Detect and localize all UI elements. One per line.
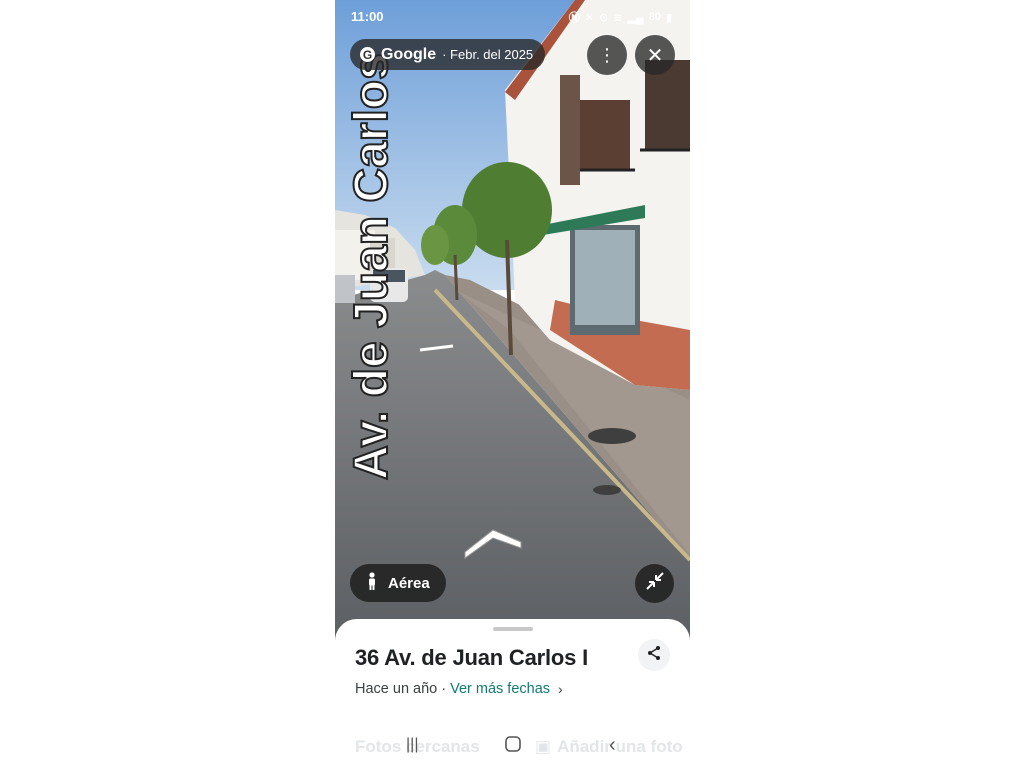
person-icon: [366, 571, 378, 595]
street-view-panorama[interactable]: Av. de Juan Carlos: [335, 0, 690, 640]
location-icon: ⊙: [598, 11, 609, 24]
mute-icon: ✕: [584, 11, 594, 24]
system-nav-bar: ||| ‹: [335, 734, 690, 760]
collapse-view-button[interactable]: [635, 564, 674, 603]
google-g-icon: G: [360, 47, 375, 62]
battery-icon: ▮: [665, 11, 672, 24]
share-icon: [646, 645, 662, 666]
source-brand: Google: [381, 45, 437, 63]
imagery-age: Hace un año ·: [355, 681, 447, 697]
aerial-view-button[interactable]: Aérea: [350, 564, 446, 602]
recent-apps-icon[interactable]: |||: [406, 736, 418, 754]
wifi-icon: ≋: [613, 11, 623, 24]
close-icon: ✕: [646, 44, 664, 67]
imagery-meta-row: Hace un año · Ver más fechas ›: [355, 681, 563, 697]
status-icons: Ⓝ ✕ ⊙ ≋ ▂▄ 80 ▮: [569, 9, 672, 25]
sheet-drag-handle[interactable]: [493, 627, 533, 631]
home-icon[interactable]: [504, 735, 522, 758]
collapse-arrows-icon: [645, 571, 665, 596]
nfc-icon: Ⓝ: [568, 12, 580, 24]
phone-screen: Av. de Juan Carlos 11:00 Ⓝ ✕ ⊙ ≋ ▂▄ 80 ▮…: [335, 0, 690, 768]
capture-date: · Febr. del 2025: [442, 47, 534, 62]
chevron-right-icon[interactable]: ›: [558, 681, 563, 697]
aerial-view-label: Aérea: [388, 574, 430, 592]
signal-icon: ▂▄: [627, 11, 644, 24]
place-address: 36 Av. de Juan Carlos I: [355, 645, 589, 670]
more-options-button[interactable]: ⋮: [587, 35, 627, 75]
status-bar: 11:00 Ⓝ ✕ ⊙ ≋ ▂▄ 80 ▮: [335, 0, 690, 34]
imagery-source-pill[interactable]: G Google · Febr. del 2025: [350, 39, 546, 70]
street-name-overlay: Av. de Juan Carlos: [345, 53, 398, 480]
more-vert-icon: ⋮: [598, 44, 616, 65]
more-dates-link[interactable]: Ver más fechas: [450, 681, 550, 697]
close-button[interactable]: ✕: [635, 35, 675, 75]
share-button[interactable]: [638, 639, 670, 671]
status-time: 11:00: [351, 9, 384, 24]
back-icon[interactable]: ‹: [609, 734, 616, 757]
battery-level: 80: [648, 11, 661, 23]
